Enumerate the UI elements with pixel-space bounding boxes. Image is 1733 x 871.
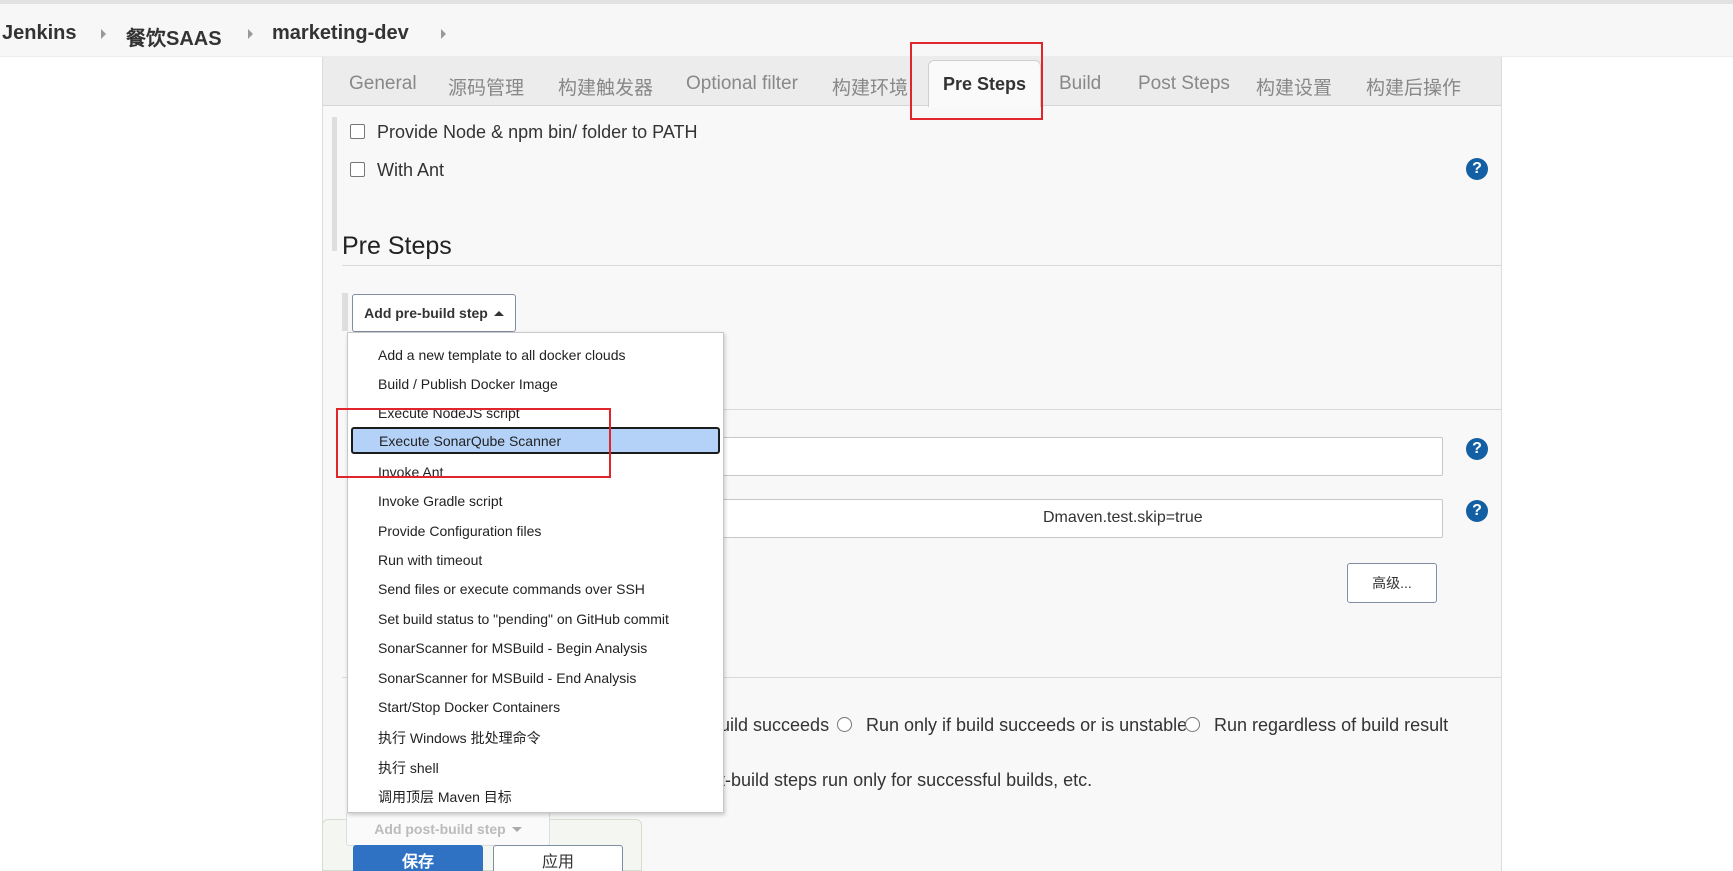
annotation-box-tab (910, 42, 1043, 120)
menu-item-msbuild-begin[interactable]: SonarScanner for MSBuild - Begin Analysi… (349, 634, 722, 661)
help-icon[interactable]: ? (1466, 500, 1488, 522)
radio-run-if-success-label: uild succeeds (720, 715, 830, 735)
menu-item-msbuild-end[interactable]: SonarScanner for MSBuild - End Analysis (349, 664, 722, 691)
tab-scm[interactable]: 源码管理 (448, 73, 524, 100)
tab-build[interactable]: Build (1059, 73, 1101, 95)
checkbox-row-node[interactable]: Provide Node & npm bin/ folder to PATH (350, 122, 697, 143)
menu-item-maven[interactable]: 调用顶层 Maven 目标 (349, 781, 722, 808)
apply-button[interactable]: 应用 (493, 845, 623, 871)
root-pom-input[interactable] (623, 437, 1443, 476)
help-icon[interactable]: ? (1466, 158, 1488, 180)
post-steps-description: t-build steps run only for successful bu… (720, 770, 1093, 790)
pre-steps-title: Pre Steps (342, 232, 452, 260)
annotation-box-menu-item (336, 408, 611, 478)
checkbox-row-ant[interactable]: With Ant (350, 160, 444, 181)
caret-down-icon (511, 827, 522, 832)
breadcrumb: Jenkins 餐饮SAAS marketing-dev (0, 0, 1733, 57)
pre-build-step-menu: Add a new template to all docker clouds … (347, 332, 724, 813)
add-post-build-step-button[interactable]: Add post-build step (346, 812, 550, 846)
section-gutter (332, 117, 337, 251)
add-pre-build-step-button[interactable]: Add pre-build step (352, 294, 516, 332)
tab-general[interactable]: General (349, 73, 417, 95)
with-ant-checkbox[interactable] (350, 162, 365, 177)
add-step-gutter (342, 293, 348, 331)
advanced-button[interactable]: 高级... (1347, 563, 1437, 603)
tab-optional-filter[interactable]: Optional filter (686, 73, 798, 95)
tab-build-settings[interactable]: 构建设置 (1256, 73, 1332, 100)
menu-item-docker-template[interactable]: Add a new template to all docker clouds (349, 341, 722, 368)
breadcrumb-jenkins[interactable]: Jenkins (2, 22, 76, 45)
help-icon[interactable]: ? (1466, 438, 1488, 460)
menu-item-gradle[interactable]: Invoke Gradle script (349, 487, 722, 514)
menu-item-docker-containers[interactable]: Start/Stop Docker Containers (349, 693, 722, 720)
add-pre-build-step-label: Add pre-build step (364, 305, 488, 321)
menu-item-timeout[interactable]: Run with timeout (349, 546, 722, 573)
with-ant-label: With Ant (377, 160, 445, 180)
menu-item-shell[interactable]: 执行 shell (349, 752, 722, 779)
menu-item-config-files[interactable]: Provide Configuration files (349, 517, 722, 544)
tab-build-env[interactable]: 构建环境 (832, 73, 908, 100)
tab-post-build[interactable]: 构建后操作 (1366, 73, 1461, 100)
menu-item-docker-build[interactable]: Build / Publish Docker Image (349, 370, 722, 397)
menu-item-windows-batch[interactable]: 执行 Windows 批处理命令 (349, 722, 722, 749)
tab-triggers[interactable]: 构建触发器 (558, 73, 653, 100)
save-button[interactable]: 保存 (353, 845, 483, 871)
tab-post-steps[interactable]: Post Steps (1138, 73, 1230, 95)
radio-run-regardless-label: Run regardless of build result (1214, 715, 1449, 735)
node-path-checkbox[interactable] (350, 124, 365, 139)
breadcrumb-job[interactable]: marketing-dev (272, 22, 409, 45)
radio-run-if-unstable-label: Run only if build succeeds or is unstabl… (866, 715, 1188, 735)
menu-item-ssh[interactable]: Send files or execute commands over SSH (349, 575, 722, 602)
chevron-right-icon[interactable] (441, 29, 446, 39)
radio-run-if-unstable[interactable] (837, 717, 852, 732)
node-path-label: Provide Node & npm bin/ folder to PATH (377, 122, 698, 142)
add-post-build-step-label: Add post-build step (374, 821, 506, 837)
radio-run-regardless[interactable] (1185, 717, 1200, 732)
caret-up-icon (493, 311, 504, 316)
divider (342, 265, 1501, 266)
chevron-right-icon[interactable] (248, 29, 253, 39)
goals-input[interactable]: Dmaven.test.skip=true (623, 499, 1443, 538)
breadcrumb-folder[interactable]: 餐饮SAAS (126, 22, 222, 51)
menu-item-github-status[interactable]: Set build status to "pending" on GitHub … (349, 605, 722, 632)
chevron-right-icon[interactable] (101, 29, 106, 39)
